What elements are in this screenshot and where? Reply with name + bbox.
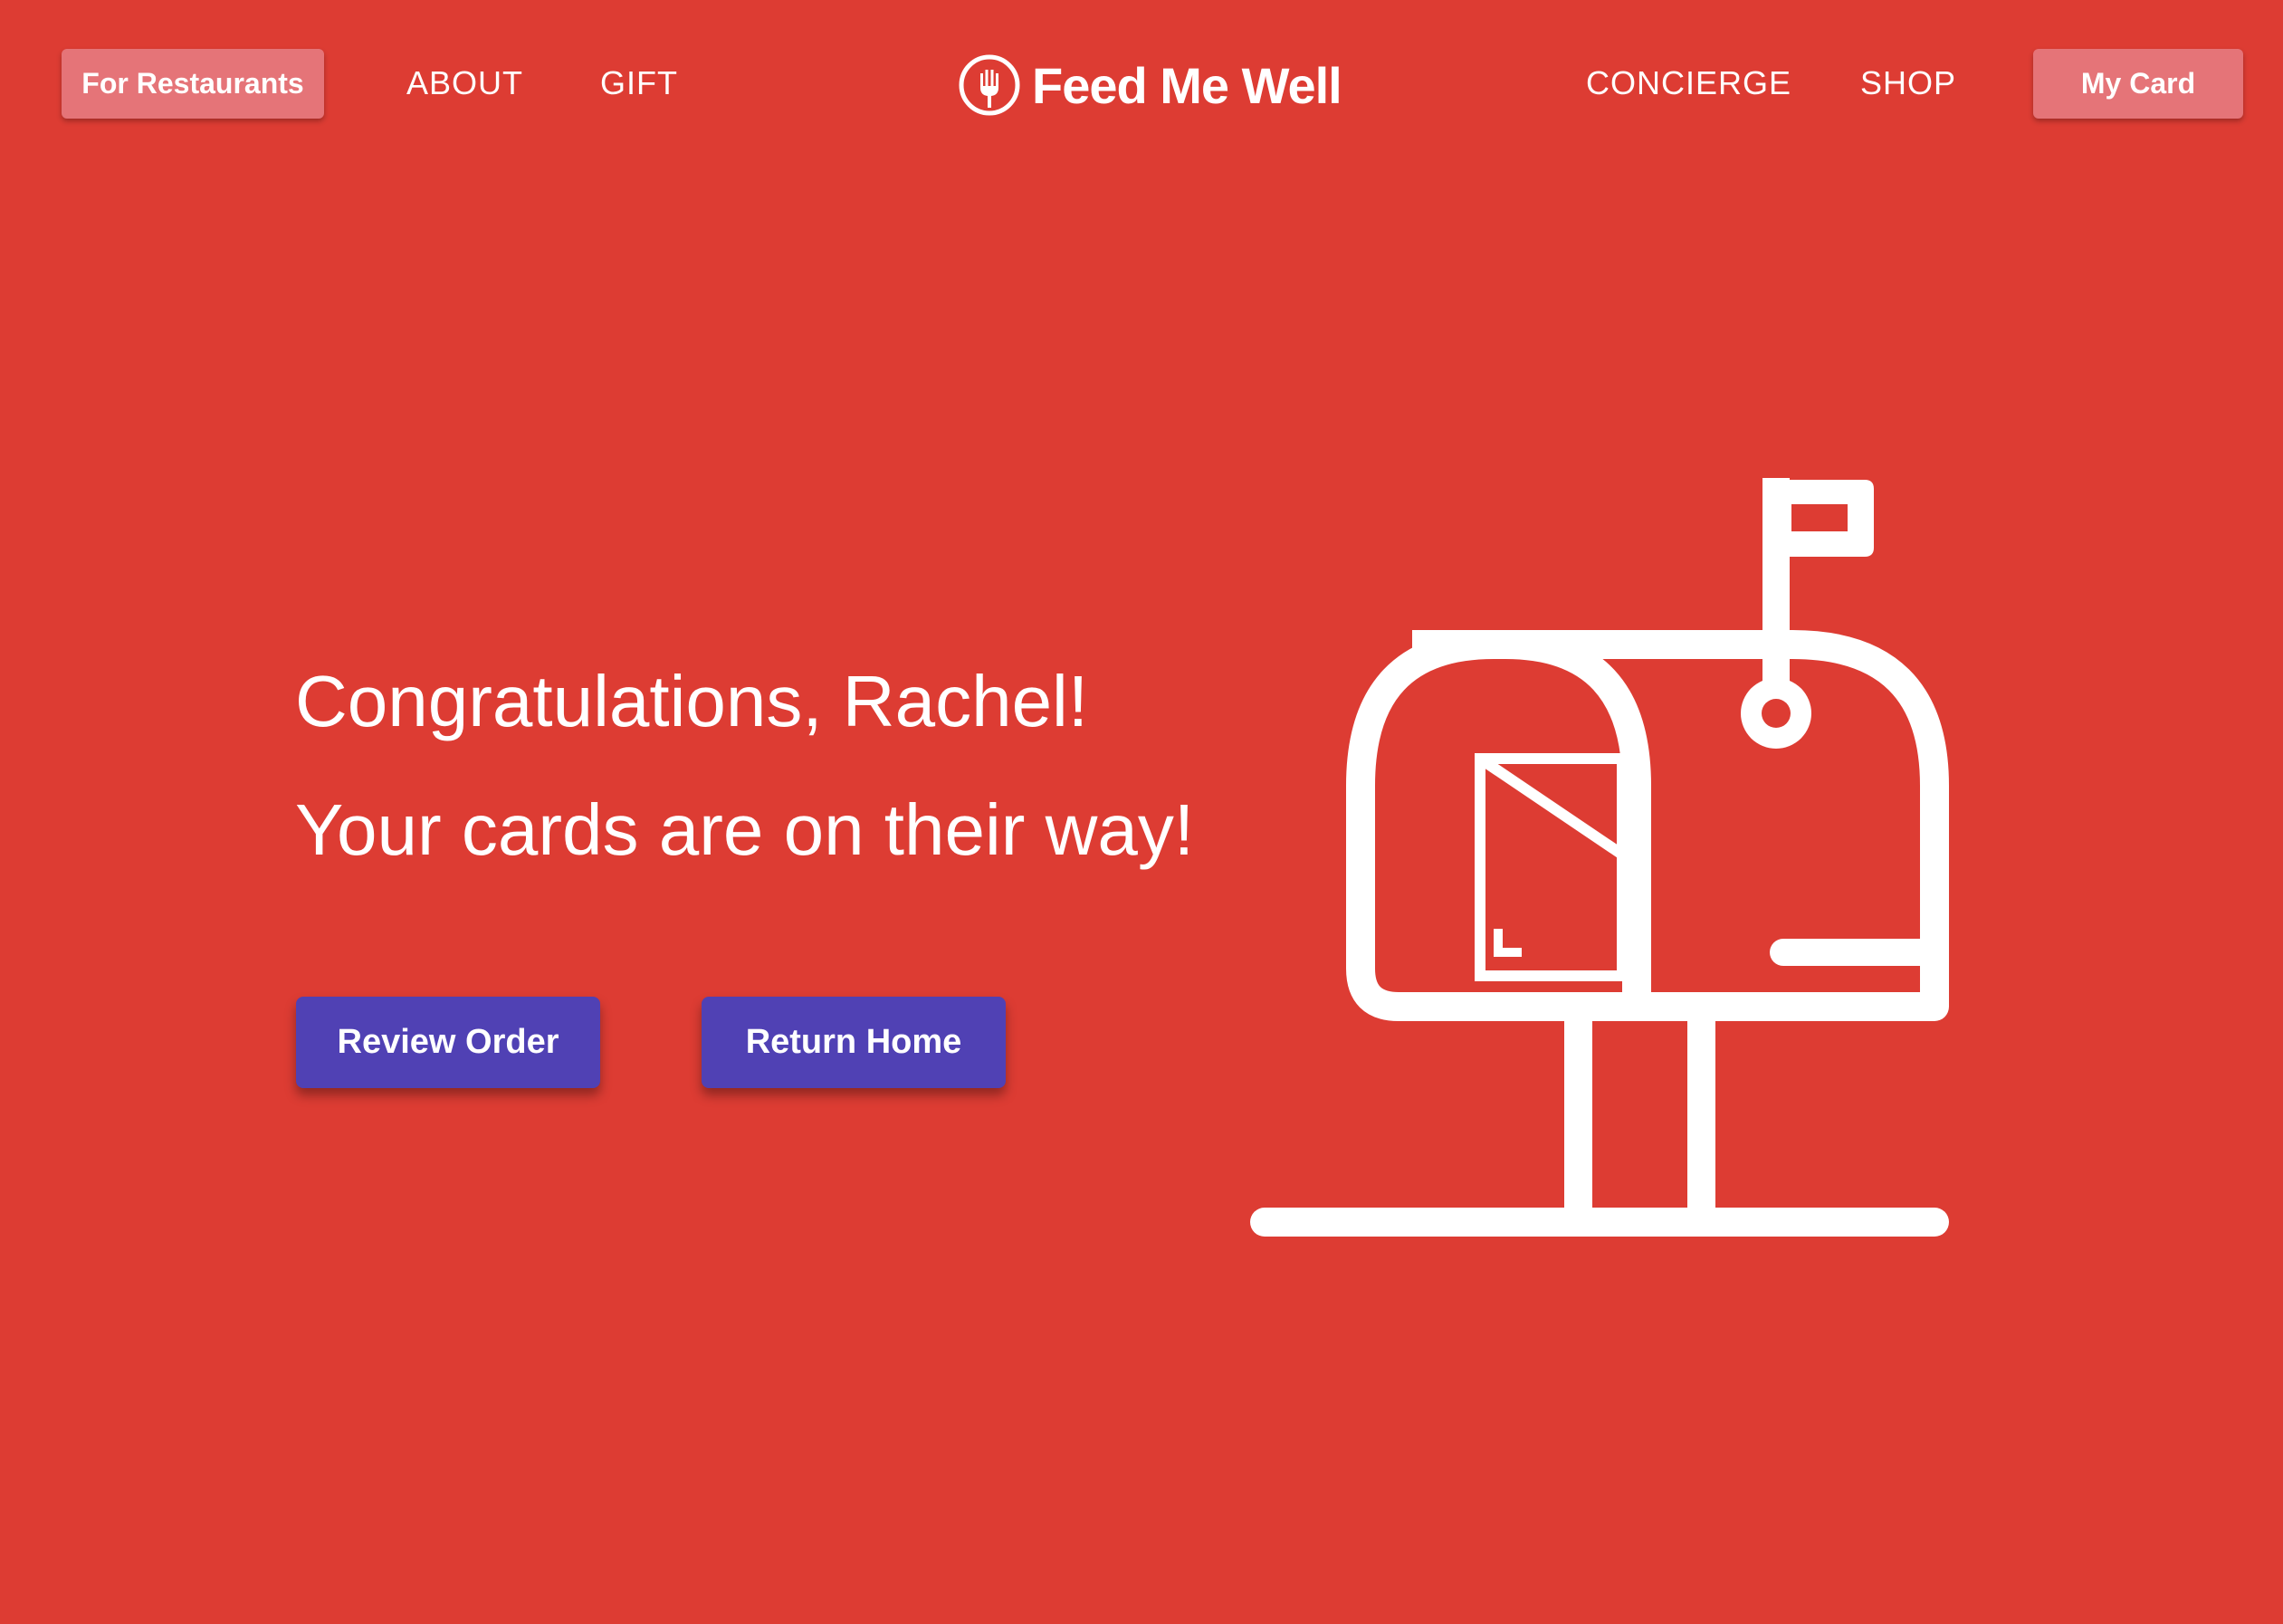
fork-hand-logo-icon [959, 54, 1020, 116]
top-navigation-bar: For Restaurants ABOUT GIFT Feed Me Well … [0, 0, 2283, 167]
nav-link-shop[interactable]: SHOP [1860, 60, 1956, 107]
nav-link-concierge[interactable]: CONCIERGE [1586, 60, 1791, 107]
nav-link-gift[interactable]: GIFT [600, 60, 678, 107]
return-home-button[interactable]: Return Home [702, 997, 1006, 1088]
review-order-button[interactable]: Review Order [296, 997, 600, 1088]
cards-on-way-subheading: Your cards are on their way! [295, 789, 1195, 870]
site-logo[interactable]: Feed Me Well [958, 51, 1342, 119]
nav-link-about[interactable]: ABOUT [406, 60, 523, 107]
logo-wordmark: Feed Me Well [1032, 56, 1342, 114]
congratulations-heading: Congratulations, Rachel! [295, 661, 1089, 741]
mailbox-icon [1250, 478, 1949, 1237]
for-restaurants-button[interactable]: For Restaurants [62, 49, 324, 119]
my-card-button[interactable]: My Card [2033, 49, 2243, 119]
